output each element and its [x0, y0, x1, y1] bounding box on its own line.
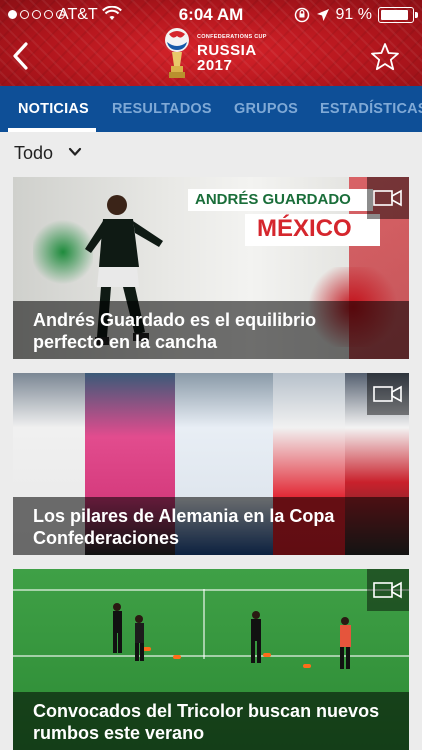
news-card-title: Los pilares de Alemania en la Copa Confe…	[13, 497, 409, 555]
news-card-title: Convocados del Tricolor buscan nuevos ru…	[13, 692, 409, 750]
player-illustration	[340, 617, 351, 669]
tab-resultados[interactable]: RESULTADOS	[112, 101, 212, 117]
video-icon	[367, 569, 409, 611]
player-illustration	[251, 611, 261, 663]
news-card[interactable]: ANDRÉS GUARDADO MÉXICO Andrés Guardado e…	[13, 177, 409, 359]
filter-label[interactable]: Todo	[14, 143, 53, 164]
news-card-title: Andrés Guardado es el equilibrio perfect…	[13, 301, 409, 359]
battery-percent: 91 %	[335, 6, 372, 23]
video-icon	[367, 373, 409, 415]
logo-year: 2017	[197, 56, 233, 74]
logo-country: RUSSIA	[197, 41, 257, 59]
tab-noticias[interactable]: NOTICIAS	[18, 101, 89, 117]
trophy-icon	[165, 28, 189, 78]
back-arrow-icon[interactable]	[8, 40, 36, 72]
favorite-star-icon[interactable]	[370, 42, 400, 72]
section-tabs: NOTICIAS RESULTADOS GRUPOS ESTADÍSTICAS	[0, 86, 422, 132]
news-filter[interactable]: Todo	[0, 132, 422, 172]
orientation-lock-icon	[294, 7, 309, 23]
image-player-name: ANDRÉS GUARDADO	[195, 191, 351, 208]
app-header: AT&T 6:04 AM 91 % CONFEDERATIONS CUP RUS…	[0, 0, 422, 86]
tab-estadisticas[interactable]: ESTADÍSTICAS	[320, 101, 422, 117]
location-icon	[316, 9, 329, 21]
news-card[interactable]: Los pilares de Alemania en la Copa Confe…	[13, 373, 409, 555]
news-card[interactable]: Convocados del Tricolor buscan nuevos ru…	[13, 569, 409, 750]
battery-icon	[378, 7, 418, 23]
image-country-name: MÉXICO	[257, 215, 352, 242]
tournament-logo: CONFEDERATIONS CUP RUSSIA 2017	[163, 26, 267, 82]
video-icon	[367, 177, 409, 219]
logo-subtitle: CONFEDERATIONS CUP	[197, 34, 267, 41]
tab-grupos[interactable]: GRUPOS	[234, 101, 298, 117]
chevron-down-icon[interactable]	[68, 146, 82, 158]
players-illustration	[113, 603, 144, 661]
